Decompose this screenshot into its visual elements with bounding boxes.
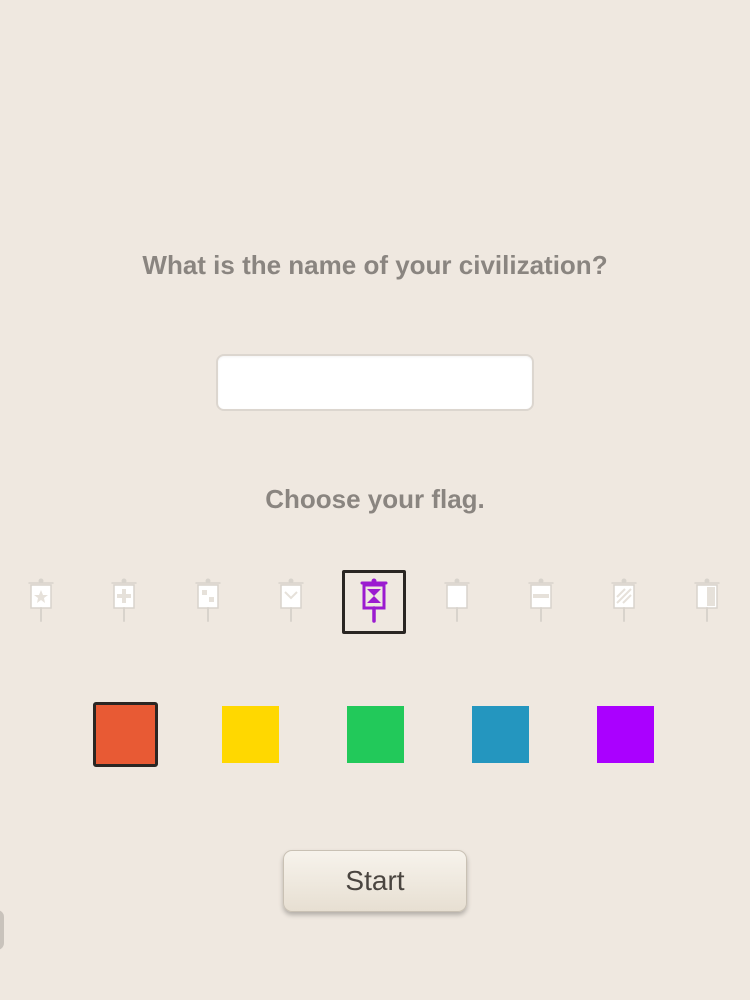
- flag-prompt: Choose your flag.: [265, 484, 485, 514]
- flag-banner-grid-icon: [188, 576, 228, 629]
- color-swatch-blue[interactable]: [471, 706, 529, 763]
- flag-banner-plain-option[interactable]: [425, 570, 489, 634]
- flag-banner-star-icon: [21, 576, 61, 629]
- flag-banner-hourglass-option[interactable]: [342, 570, 406, 634]
- civilization-name-input[interactable]: [216, 354, 534, 411]
- flag-banner-diagonal-icon: [604, 576, 644, 629]
- color-swatch-red[interactable]: [92, 702, 158, 767]
- flag-banner-cross-option[interactable]: [92, 570, 156, 634]
- flag-banner-stripe-option[interactable]: [509, 570, 573, 634]
- start-button[interactable]: Start: [283, 850, 467, 912]
- color-swatch-green[interactable]: [346, 706, 404, 763]
- flag-banner-hourglass-icon: [354, 576, 394, 629]
- color-swatch-yellow[interactable]: [221, 706, 279, 763]
- flag-banner-cross-icon: [104, 576, 144, 629]
- flag-banner-grid-option[interactable]: [176, 570, 240, 634]
- flag-picker: [0, 560, 750, 650]
- flag-banner-chevron-icon: [271, 576, 311, 629]
- flag-banner-half-icon: [687, 576, 727, 629]
- color-picker: [0, 700, 750, 770]
- flag-banner-half-option[interactable]: [675, 570, 739, 634]
- edge-handle[interactable]: [0, 910, 4, 950]
- flag-banner-chevron-option[interactable]: [259, 570, 323, 634]
- flag-banner-plain-icon: [437, 576, 477, 629]
- flag-banner-diagonal-option[interactable]: [592, 570, 656, 634]
- color-swatch-purple[interactable]: [596, 706, 654, 763]
- civilization-name-prompt: What is the name of your civilization?: [142, 250, 608, 280]
- flag-banner-star-option[interactable]: [9, 570, 73, 634]
- flag-banner-stripe-icon: [521, 576, 561, 629]
